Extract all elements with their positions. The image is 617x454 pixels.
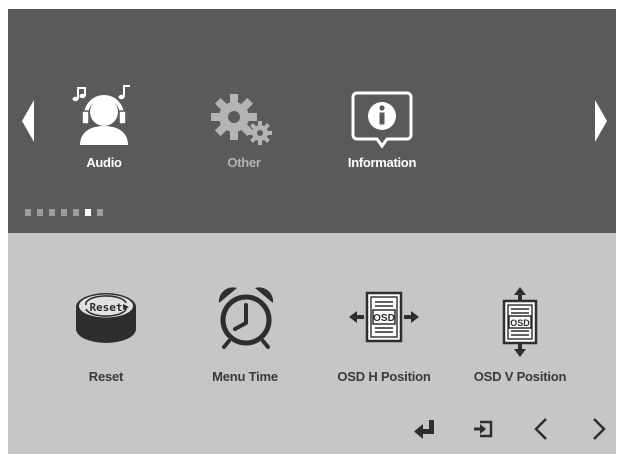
- page-dot-active: [85, 209, 91, 216]
- menu-item-label: Reset: [88, 369, 124, 384]
- chevron-right-icon[interactable]: [585, 416, 611, 442]
- osd-badge-text: OSD: [510, 318, 530, 328]
- menu-item-osd-v-position[interactable]: OSD OSD V Position: [460, 285, 580, 385]
- category-bar: Audio Other Information: [8, 9, 616, 233]
- info-icon: [351, 91, 413, 149]
- page-dot: [73, 209, 79, 216]
- scroll-left-arrow-icon[interactable]: [20, 100, 36, 142]
- osd-v-position-icon: OSD: [502, 287, 538, 357]
- osd-badge-text: OSD: [373, 313, 395, 324]
- page-dot: [97, 209, 103, 216]
- category-other[interactable]: Other: [194, 9, 294, 179]
- menu-item-osd-h-position[interactable]: OSD OSD H Position: [324, 285, 444, 385]
- menu-item-label: Menu Time: [212, 369, 278, 384]
- menu-item-label: OSD H Position: [337, 369, 431, 384]
- osd-h-position-icon: OSD: [349, 291, 419, 343]
- page-dot: [49, 209, 55, 216]
- category-audio[interactable]: Audio: [54, 9, 154, 179]
- category-label: Other: [227, 155, 261, 170]
- menu-item-menu-time[interactable]: Menu Time: [185, 285, 305, 385]
- category-information[interactable]: Information: [332, 9, 432, 179]
- headphones-person-icon: [72, 85, 130, 145]
- enter-icon[interactable]: [412, 416, 438, 442]
- exit-icon[interactable]: [470, 416, 496, 442]
- osd-menu: Audio Other Information Reset Reset Menu…: [8, 9, 616, 454]
- category-label: Information: [347, 155, 417, 170]
- gears-icon: [211, 94, 272, 145]
- page-dot: [25, 209, 31, 216]
- alarm-clock-icon: [218, 287, 274, 349]
- reset-icon: Reset: [76, 293, 136, 343]
- category-label: Audio: [86, 155, 122, 170]
- scroll-right-arrow-icon[interactable]: [593, 100, 609, 142]
- menu-item-reset[interactable]: Reset Reset: [46, 285, 166, 385]
- chevron-left-icon[interactable]: [529, 416, 555, 442]
- page-dot: [61, 209, 67, 216]
- page-dot: [37, 209, 43, 216]
- reset-badge-text: Reset: [89, 301, 122, 314]
- menu-item-label: OSD V Position: [473, 369, 567, 384]
